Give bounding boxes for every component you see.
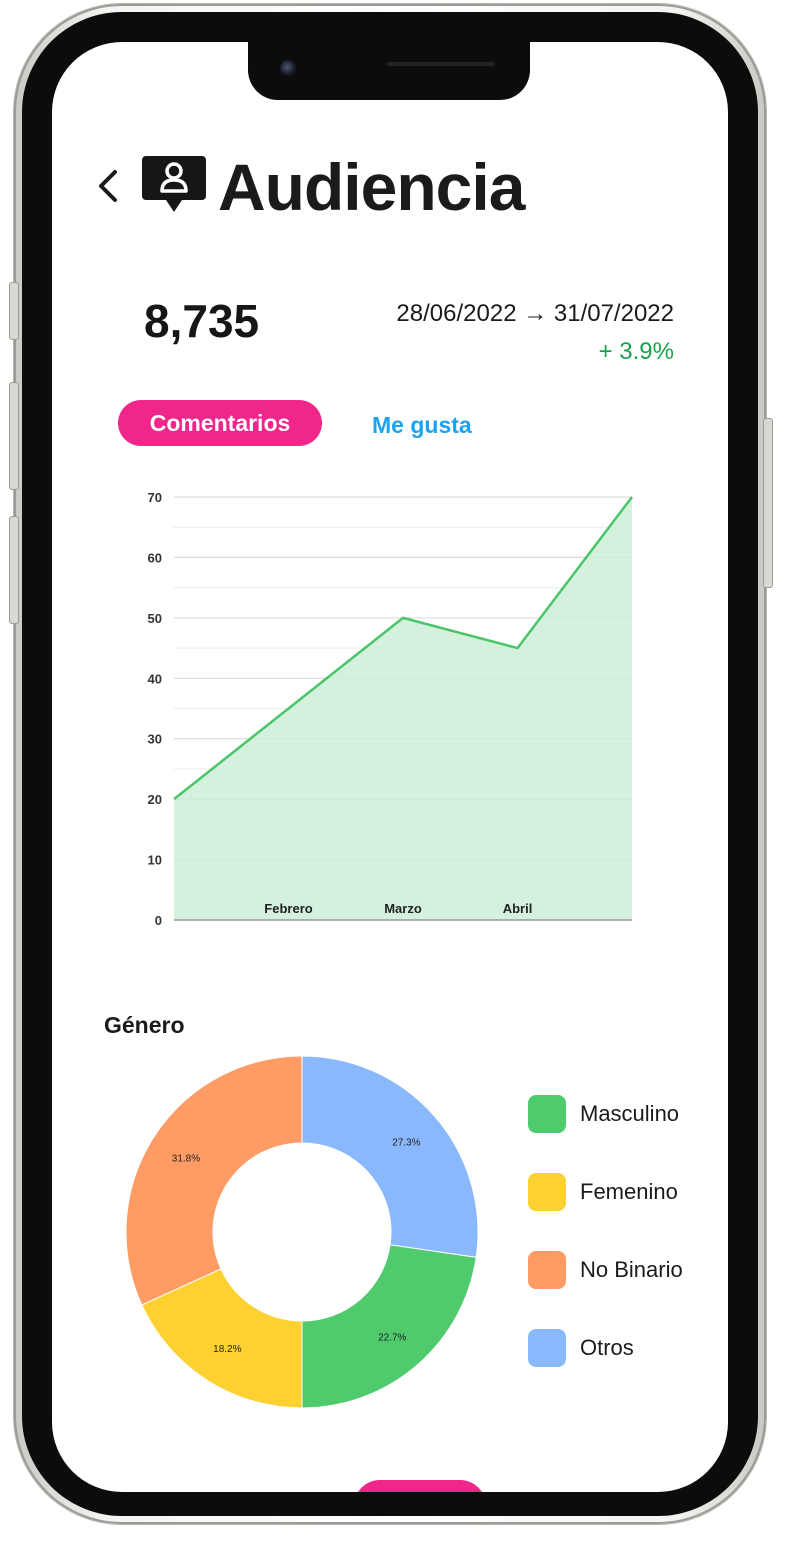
comments-area-chart: 0 10 20 30 40 50 60 70 Febrero Marzo Abril bbox=[148, 490, 633, 928]
tab-me-gusta[interactable]: Me gusta bbox=[372, 402, 472, 448]
x-tick-label-febrero: Febrero bbox=[264, 901, 312, 916]
power-button bbox=[763, 418, 773, 588]
slice-masculino bbox=[301, 1244, 477, 1409]
y-tick-label-70: 70 bbox=[148, 490, 162, 505]
legend-swatch-masculino bbox=[528, 1095, 566, 1133]
tab-comentarios[interactable]: Comentarios bbox=[118, 400, 322, 446]
volume-down-button bbox=[9, 516, 19, 624]
legend-item-masculino: Masculino bbox=[528, 1094, 683, 1134]
legend-item-otros: Otros bbox=[528, 1328, 683, 1368]
slice-no-binario bbox=[125, 1055, 303, 1306]
page-title: Audiencia bbox=[218, 150, 525, 224]
y-tick-label-40: 40 bbox=[148, 671, 162, 686]
slice-label-masculino: 22.7% bbox=[378, 1332, 406, 1343]
earpiece-speaker bbox=[387, 62, 495, 66]
y-tick-label-30: 30 bbox=[148, 732, 162, 747]
legend-swatch-femenino bbox=[528, 1173, 566, 1211]
slice-label-otros: 27.3% bbox=[392, 1138, 420, 1149]
date-range: 28/06/2022 → 31/07/2022 bbox=[396, 300, 674, 327]
slice-label-no-binario: 31.8% bbox=[172, 1153, 200, 1164]
silent-switch bbox=[9, 282, 19, 340]
gender-donut-chart: 27.3% 22.7% 18.2% 31.8% bbox=[125, 1055, 479, 1409]
y-tick-label-50: 50 bbox=[148, 611, 162, 626]
audience-total: 8,735 bbox=[144, 295, 260, 347]
x-tick-label-abril: Abril bbox=[503, 901, 533, 916]
x-tick-label-marzo: Marzo bbox=[384, 901, 422, 916]
gender-section-title: Género bbox=[104, 1012, 185, 1038]
legend-label-otros: Otros bbox=[580, 1335, 634, 1360]
y-tick-label-10: 10 bbox=[148, 853, 162, 868]
front-camera bbox=[280, 60, 296, 76]
legend-item-femenino: Femenino bbox=[528, 1172, 683, 1212]
phone-screen: Audiencia 8,735 28/06/2022 → 31/07/2022 … bbox=[52, 42, 728, 1492]
legend-swatch-no-binario bbox=[528, 1251, 566, 1289]
gender-legend: Masculino Femenino No Binario Otros bbox=[528, 1094, 683, 1406]
growth-percentage: + 3.9% bbox=[598, 338, 674, 365]
legend-label-femenino: Femenino bbox=[580, 1179, 678, 1204]
legend-label-no-binario: No Binario bbox=[580, 1257, 683, 1282]
legend-item-no-binario: No Binario bbox=[528, 1250, 683, 1290]
y-tick-label-60: 60 bbox=[148, 550, 162, 565]
bottom-action-button[interactable] bbox=[354, 1480, 486, 1492]
audience-profile-icon bbox=[142, 156, 206, 212]
slice-label-femenino: 18.2% bbox=[213, 1344, 241, 1355]
legend-swatch-otros bbox=[528, 1329, 566, 1367]
y-tick-label-20: 20 bbox=[148, 792, 162, 807]
legend-label-masculino: Masculino bbox=[580, 1101, 680, 1126]
back-button[interactable] bbox=[92, 162, 124, 210]
y-tick-label-0: 0 bbox=[155, 913, 162, 928]
volume-up-button bbox=[9, 382, 19, 490]
chevron-left-icon bbox=[99, 170, 117, 202]
slice-otros bbox=[301, 1055, 479, 1258]
